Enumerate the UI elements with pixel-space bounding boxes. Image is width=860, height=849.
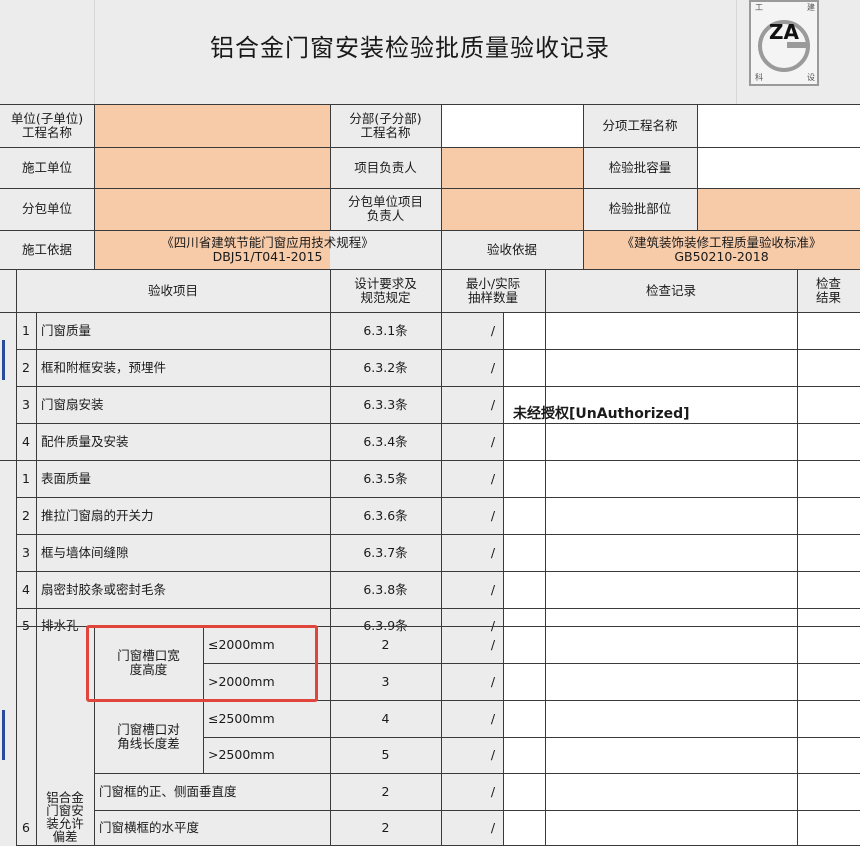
batch-capacity-label: 检验批容量	[608, 159, 672, 175]
table-row-spec: 6.3.5条	[363, 470, 408, 486]
table-row-spec: 6.3.1条	[363, 322, 408, 338]
vertical-value: 2	[381, 783, 390, 799]
diag-value-1: 4	[381, 710, 390, 726]
diag-cond-2: >2500mm	[208, 747, 275, 763]
main-items-marker	[2, 340, 5, 380]
sample-slash: /	[490, 710, 496, 726]
sample-slash: /	[490, 322, 496, 338]
diagonal-label: 门窗槽口对 角线长度差	[117, 721, 180, 751]
batch-part-label: 检验批部位	[608, 201, 672, 217]
unit-name-label: 单位(子单位) 工程名称	[10, 111, 84, 140]
page-title: 铝合金门窗安装检验批质量验收记录	[210, 34, 610, 62]
table-row-spec: 6.3.7条	[363, 544, 408, 560]
dept-name-value[interactable]	[441, 105, 583, 147]
accept-basis-label: 验收依据	[486, 241, 537, 257]
sample-slash: /	[490, 820, 496, 836]
table-row-spec: 6.3.3条	[363, 396, 408, 412]
sample-slash: /	[490, 747, 496, 763]
sample-slash: /	[490, 581, 496, 597]
basis-label: 施工依据	[21, 241, 72, 257]
table-row-name: 门窗质量	[41, 322, 92, 338]
col-record-header: 检查记录	[645, 283, 696, 299]
subcontract-label: 分包单位	[21, 201, 72, 217]
table-row-no: 4	[22, 581, 30, 597]
diag-cond-1: ≤2500mm	[208, 710, 275, 726]
batch-capacity-value[interactable]	[697, 147, 860, 188]
sample-slash: /	[490, 433, 496, 449]
table-row-name: 推拉门窗扇的开关力	[41, 507, 154, 523]
slot-value-2: 3	[381, 673, 390, 689]
sample-slash: /	[490, 396, 496, 412]
construction-unit-value[interactable]	[94, 147, 330, 188]
sample-slash: /	[490, 544, 496, 560]
deviation-group-label: 铝合金 门窗安 装允许 偏差	[46, 789, 84, 845]
accept-basis-value: 《建筑装饰装修工程质量验收标准》 GB50210-2018	[621, 234, 822, 264]
table-row-no: 2	[22, 507, 30, 523]
item-name-label: 分项工程名称	[602, 118, 678, 134]
table-row-no: 1	[22, 470, 30, 486]
diag-value-2: 5	[381, 747, 390, 763]
sample-slash: /	[490, 470, 496, 486]
unit-name-value[interactable]	[94, 105, 330, 147]
sample-slash: /	[490, 783, 496, 799]
general-items-marker	[2, 710, 5, 760]
sample-slash: /	[490, 507, 496, 523]
vertical-label: 门窗框的正、侧面垂直度	[99, 783, 237, 799]
table-row-no: 3	[22, 544, 30, 560]
za-logo: ZA 工 建 科 设	[749, 0, 819, 86]
table-row-no: 4	[22, 433, 30, 449]
table-row-spec: 6.3.2条	[363, 359, 408, 375]
logo-text: ZA	[769, 20, 799, 44]
table-row-spec: 6.3.4条	[363, 433, 408, 449]
subcontract-value[interactable]	[94, 188, 330, 230]
table-row-no: 3	[22, 396, 30, 412]
table-row-name: 框和附框安装，预埋件	[41, 359, 167, 375]
col-item-header: 验收项目	[147, 283, 198, 299]
deviation-no: 6	[22, 820, 30, 836]
col-sample-header: 最小/实际 抽样数量	[465, 276, 521, 305]
slot-value-1: 2	[381, 636, 390, 652]
project-lead-value[interactable]	[441, 147, 583, 188]
table-row-name: 表面质量	[41, 470, 92, 486]
sample-slash: /	[490, 359, 496, 375]
col-design-header: 设计要求及 规范规定	[354, 276, 417, 305]
sub-lead-label: 分包单位项目 负责人	[347, 194, 423, 223]
dept-name-label: 分部(子分部) 工程名称	[349, 111, 422, 140]
result-cell[interactable]	[797, 312, 860, 846]
basis-value: 《四川省建筑节能门窗应用技术规程》 DBJ51/T041-2015	[161, 234, 374, 264]
table-row-name: 扇密封胶条或密封毛条	[41, 581, 167, 597]
project-lead-label: 项目负责人	[354, 159, 417, 175]
table-row-no: 2	[22, 359, 30, 375]
level-value: 2	[381, 820, 390, 836]
table-row-spec: 6.3.8条	[363, 581, 408, 597]
col-result-header: 检查 结果	[815, 276, 841, 305]
table-row-name: 框与墙体间缝隙	[41, 544, 129, 560]
table-row-no: 1	[22, 322, 30, 338]
watermark: 未经授权[UnAuthorized]	[513, 406, 690, 422]
level-label: 门窗横框的水平度	[99, 820, 200, 836]
table-row-name: 门窗扇安装	[41, 396, 104, 412]
construction-unit-label: 施工单位	[21, 159, 72, 175]
table-row-name: 配件质量及安装	[41, 433, 129, 449]
item-name-value[interactable]	[697, 105, 860, 147]
sample-slash: /	[490, 636, 496, 652]
table-row-spec: 6.3.6条	[363, 507, 408, 523]
record-cell[interactable]	[545, 312, 797, 846]
batch-part-value[interactable]	[697, 188, 860, 230]
sub-lead-value[interactable]	[441, 188, 583, 230]
sample-slash: /	[490, 673, 496, 689]
highlight-box	[86, 625, 318, 702]
